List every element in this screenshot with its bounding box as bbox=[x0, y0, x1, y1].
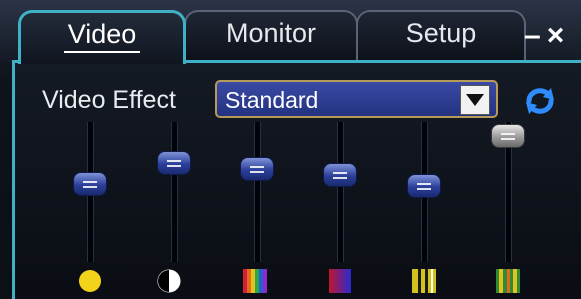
sharpness-icon bbox=[412, 269, 436, 293]
slider-thumb-gamma[interactable] bbox=[491, 124, 525, 149]
tab-monitor[interactable]: Monitor bbox=[184, 10, 358, 60]
video-effect-label: Video Effect bbox=[42, 86, 176, 114]
slider-thumb-saturation[interactable] bbox=[323, 162, 357, 187]
close-icon[interactable]: × bbox=[547, 19, 567, 53]
hue-icon bbox=[243, 269, 267, 293]
tab-video[interactable]: Video bbox=[18, 10, 186, 64]
contrast-icon bbox=[157, 269, 181, 293]
tab-setup-label: Setup bbox=[405, 17, 477, 48]
slider-thumb-contrast[interactable] bbox=[157, 151, 191, 175]
window-controls: – × bbox=[524, 16, 581, 56]
refresh-icon[interactable] bbox=[523, 86, 557, 116]
chevron-down-icon[interactable] bbox=[460, 85, 490, 115]
minimize-icon[interactable]: – bbox=[524, 19, 543, 53]
slider-track-hue[interactable] bbox=[254, 122, 261, 262]
brightness-icon bbox=[79, 270, 101, 292]
gamma-icon bbox=[496, 269, 520, 293]
video-effect-select[interactable]: Standard bbox=[215, 80, 498, 118]
tab-setup[interactable]: Setup bbox=[356, 10, 526, 60]
slider-track-saturation[interactable] bbox=[337, 122, 344, 262]
slider-track-contrast[interactable] bbox=[171, 122, 178, 262]
slider-thumb-hue[interactable] bbox=[240, 156, 274, 181]
saturation-icon bbox=[329, 269, 351, 293]
slider-thumb-brightness[interactable] bbox=[73, 171, 107, 196]
tab-monitor-label: Monitor bbox=[225, 17, 317, 48]
tab-video-label: Video bbox=[63, 19, 141, 53]
slider-thumb-sharpness[interactable] bbox=[407, 174, 441, 199]
video-settings-window: Video Monitor Setup – × Video Effect Sta… bbox=[0, 0, 581, 299]
video-effect-value: Standard bbox=[225, 87, 319, 113]
